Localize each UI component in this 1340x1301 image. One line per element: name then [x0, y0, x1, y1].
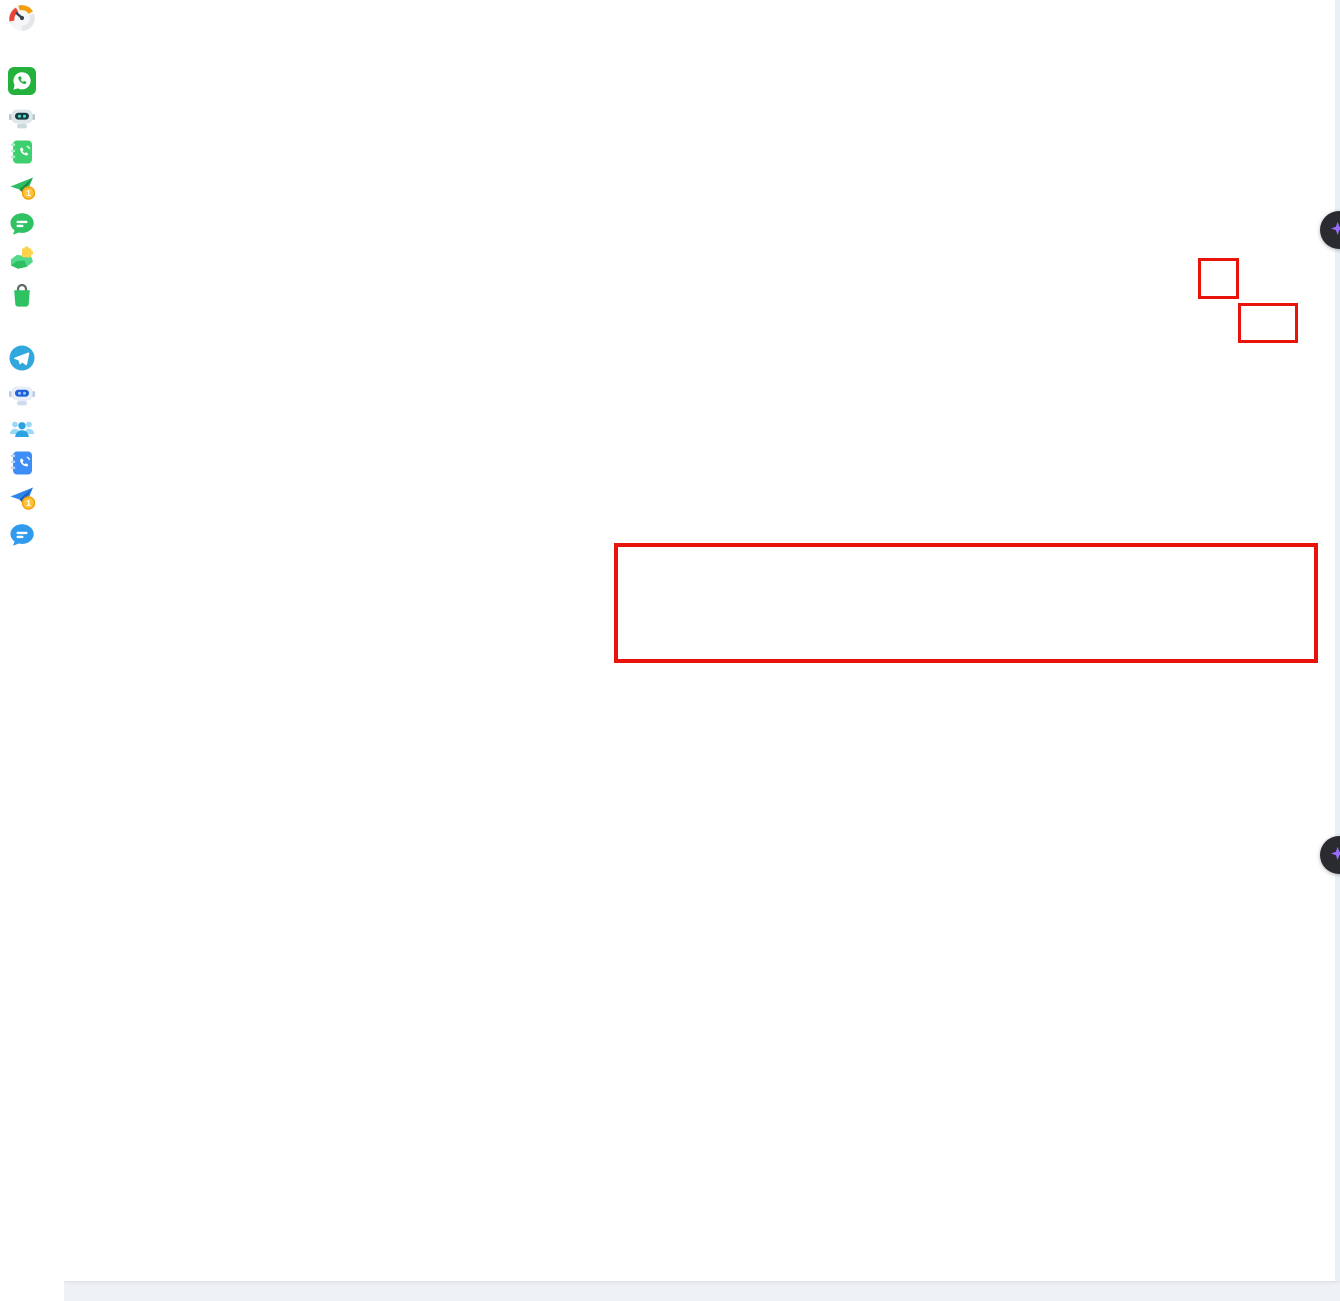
robot-blue-icon[interactable]	[8, 379, 36, 407]
main-card	[64, 0, 1340, 1281]
contacts-book-green-icon[interactable]	[8, 138, 36, 166]
svg-text:1: 1	[26, 188, 31, 198]
whatsapp-icon[interactable]	[8, 67, 36, 95]
app-icon-rail: 11	[0, 0, 64, 1301]
hand-puzzle-icon[interactable]	[8, 244, 36, 272]
sparkle-icon	[1328, 219, 1340, 241]
contacts-book-blue-icon[interactable]	[8, 449, 36, 477]
shopping-bag-icon[interactable]	[8, 281, 36, 309]
team-icon[interactable]	[8, 414, 36, 442]
paper-plane-coin-green-icon[interactable]: 1	[8, 173, 36, 201]
speedometer-icon[interactable]	[8, 4, 36, 32]
scrollbar[interactable]	[1335, 0, 1340, 1281]
svg-text:1: 1	[26, 498, 31, 508]
sparkle-icon	[1328, 844, 1340, 866]
chat-bubble-green-icon[interactable]	[8, 210, 36, 238]
telegram-icon[interactable]	[8, 344, 36, 372]
robot-green-icon[interactable]	[8, 102, 36, 130]
chat-bubble-blue-icon[interactable]	[8, 521, 36, 549]
paper-plane-coin-blue-icon[interactable]: 1	[8, 483, 36, 511]
